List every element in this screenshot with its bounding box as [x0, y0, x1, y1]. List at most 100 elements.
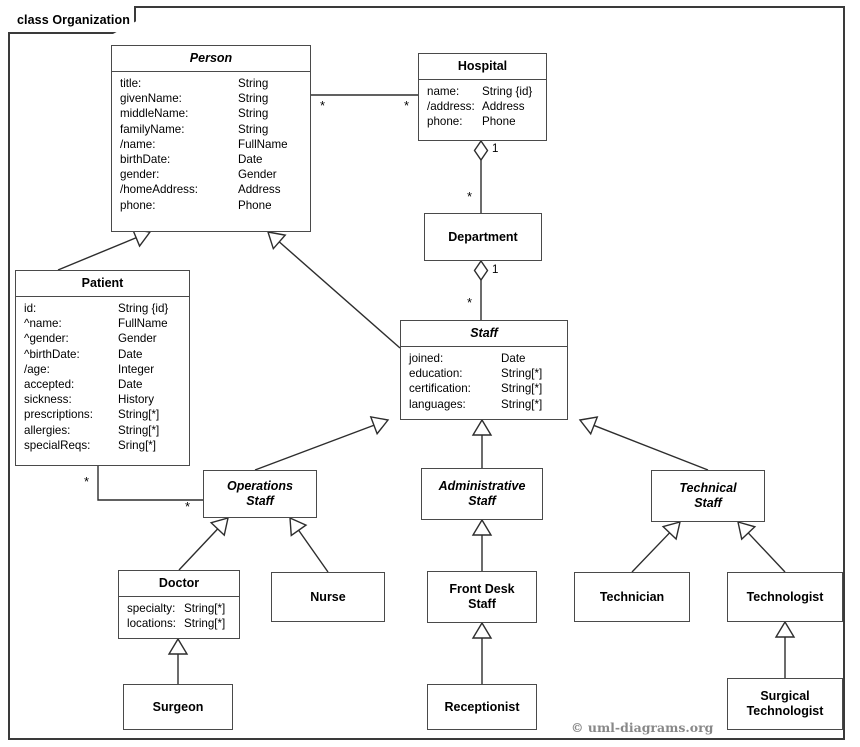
attribute-type: String[*] — [501, 366, 542, 381]
class-name-doctor: Doctor — [119, 571, 239, 597]
class-attribute: birthDate:Date — [112, 152, 310, 167]
class-attribute: certification:String[*] — [401, 381, 567, 396]
class-attribute: allergies:String[*] — [16, 423, 189, 438]
class-attribute: specialty:String[*] — [119, 601, 239, 616]
class-attributes-doctor: specialty:String[*]locations:String[*] — [119, 597, 239, 635]
attribute-type: Date — [501, 351, 526, 366]
class-name-administrative-staff: Administrative Staff — [422, 479, 542, 509]
class-attribute: phone:Phone — [112, 198, 310, 213]
multiplicity-person-hospital-left: * — [320, 101, 325, 111]
class-name-technologist: Technologist — [728, 590, 842, 605]
multiplicity-department-staff-1: 1 — [492, 264, 498, 276]
attribute-type: Phone — [238, 198, 272, 213]
class-attribute: name:String {id} — [419, 84, 546, 99]
class-box-person[interactable]: Persontitle:StringgivenName:Stringmiddle… — [111, 45, 311, 232]
class-name-technician: Technician — [575, 590, 689, 605]
attribute-name: specialReqs: — [24, 438, 118, 453]
class-box-administrative-staff[interactable]: Administrative Staff — [421, 468, 543, 520]
attribute-name: locations: — [127, 616, 184, 631]
class-attribute: prescriptions:String[*] — [16, 407, 189, 422]
attribute-type: String — [238, 106, 268, 121]
class-name-surgeon: Surgeon — [124, 700, 232, 715]
class-box-technical-staff[interactable]: Technical Staff — [651, 470, 765, 522]
class-box-doctor[interactable]: Doctorspecialty:String[*]locations:Strin… — [118, 570, 240, 639]
attribute-type: String[*] — [184, 616, 225, 631]
class-box-hospital[interactable]: Hospitalname:String {id}/address:Address… — [418, 53, 547, 141]
attribute-type: String[*] — [184, 601, 225, 616]
class-box-surgeon[interactable]: Surgeon — [123, 684, 233, 730]
attribute-name: /homeAddress: — [120, 182, 238, 197]
class-box-patient[interactable]: Patientid:String {id}^name:FullName^gend… — [15, 270, 190, 466]
attribute-name: prescriptions: — [24, 407, 118, 422]
attribute-name: phone: — [120, 198, 238, 213]
class-box-department[interactable]: Department — [424, 213, 542, 261]
attribute-name: ^birthDate: — [24, 347, 118, 362]
class-attribute: ^birthDate:Date — [16, 347, 189, 362]
class-box-operations-staff[interactable]: Operations Staff — [203, 470, 317, 518]
attribute-name: phone: — [427, 114, 482, 129]
attribute-type: Integer — [118, 362, 154, 377]
class-name-front-desk-staff: Front Desk Staff — [428, 582, 536, 612]
attribute-type: Date — [118, 377, 143, 392]
multiplicity-department-staff-star: * — [467, 298, 472, 308]
class-box-surgical-technologist[interactable]: Surgical Technologist — [727, 678, 843, 730]
class-attributes-person: title:StringgivenName:StringmiddleName:S… — [112, 72, 310, 217]
attribute-name: birthDate: — [120, 152, 238, 167]
class-name-technical-staff: Technical Staff — [652, 481, 764, 511]
class-attribute: education:String[*] — [401, 366, 567, 381]
class-name-receptionist: Receptionist — [428, 700, 536, 715]
class-attribute: joined:Date — [401, 351, 567, 366]
class-attribute: middleName:String — [112, 106, 310, 121]
class-box-staff[interactable]: Staffjoined:Dateeducation:String[*]certi… — [400, 320, 568, 420]
class-box-front-desk-staff[interactable]: Front Desk Staff — [427, 571, 537, 623]
attribute-name: /address: — [427, 99, 482, 114]
class-attribute: ^name:FullName — [16, 316, 189, 331]
attribute-name: middleName: — [120, 106, 238, 121]
attribute-name: ^gender: — [24, 331, 118, 346]
attribute-type: String — [238, 122, 268, 137]
attribute-type: String {id} — [482, 84, 532, 99]
attribute-type: Gender — [238, 167, 277, 182]
class-attributes-staff: joined:Dateeducation:String[*]certificat… — [401, 347, 567, 416]
attribute-name: certification: — [409, 381, 501, 396]
class-attribute: accepted:Date — [16, 377, 189, 392]
class-box-receptionist[interactable]: Receptionist — [427, 684, 537, 730]
class-attribute: /name:FullName — [112, 137, 310, 152]
attribute-type: String — [238, 76, 268, 91]
attribute-name: /age: — [24, 362, 118, 377]
attribute-type: Address — [238, 182, 281, 197]
class-box-nurse[interactable]: Nurse — [271, 572, 385, 622]
class-name-patient: Patient — [16, 271, 189, 297]
attribute-name: id: — [24, 301, 118, 316]
copyright-watermark: © uml-diagrams.org — [571, 720, 713, 735]
class-box-technician[interactable]: Technician — [574, 572, 690, 622]
attribute-name: joined: — [409, 351, 501, 366]
uml-class-diagram: class Organization Persontitle:Stringgiv… — [0, 0, 860, 747]
class-attributes-patient: id:String {id}^name:FullName^gender:Gend… — [16, 297, 189, 457]
class-attribute: locations:String[*] — [119, 616, 239, 631]
class-attribute: sickness:History — [16, 392, 189, 407]
attribute-type: Gender — [118, 331, 157, 346]
attribute-name: /name: — [120, 137, 238, 152]
multiplicity-person-hospital-right: * — [404, 101, 409, 111]
class-attribute: /address:Address — [419, 99, 546, 114]
attribute-type: String[*] — [501, 381, 542, 396]
class-attribute: familyName:String — [112, 122, 310, 137]
attribute-type: FullName — [118, 316, 168, 331]
attribute-type: String — [238, 91, 268, 106]
attribute-type: Address — [482, 99, 525, 114]
attribute-name: ^name: — [24, 316, 118, 331]
class-box-technologist[interactable]: Technologist — [727, 572, 843, 622]
class-attribute: gender:Gender — [112, 167, 310, 182]
class-attributes-hospital: name:String {id}/address:Addressphone:Ph… — [419, 80, 546, 134]
attribute-name: accepted: — [24, 377, 118, 392]
attribute-type: String[*] — [118, 423, 159, 438]
multiplicity-hospital-department-star: * — [467, 192, 472, 202]
class-name-department: Department — [425, 230, 541, 245]
class-name-surgical-technologist: Surgical Technologist — [728, 689, 842, 719]
class-attribute: languages:String[*] — [401, 397, 567, 412]
diagram-frame-tab-inner: class Organization — [8, 6, 136, 34]
attribute-name: allergies: — [24, 423, 118, 438]
diagram-frame-label: class Organization — [8, 13, 130, 27]
attribute-name: sickness: — [24, 392, 118, 407]
